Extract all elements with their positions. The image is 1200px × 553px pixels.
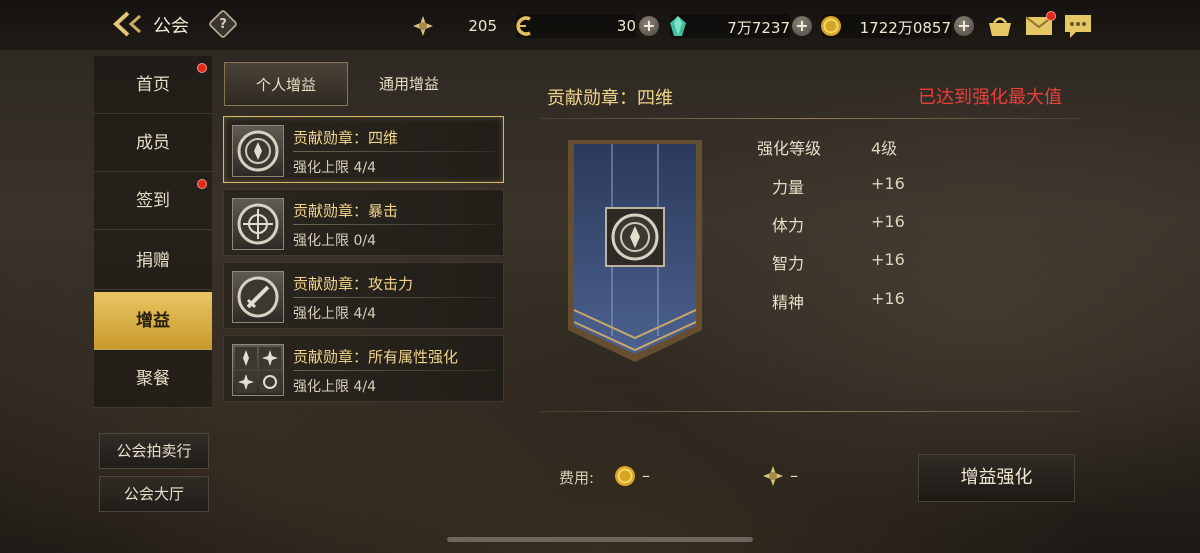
resource-value: 7万7237 bbox=[727, 19, 790, 37]
divider bbox=[540, 118, 1081, 119]
buff-limit: 强化上限 4/4 bbox=[293, 379, 376, 395]
buff-divider bbox=[293, 151, 495, 152]
sidebar-item-buff[interactable]: 增益 bbox=[94, 292, 212, 350]
green-gem-icon bbox=[670, 16, 686, 36]
enhance-buff-button[interactable]: 增益强化 bbox=[918, 454, 1075, 502]
gold-coin-icon bbox=[821, 16, 841, 36]
buff-name: 贡献勋章：所有属性强化 bbox=[293, 348, 459, 366]
add-c-coin-button[interactable]: + bbox=[639, 16, 659, 36]
buff-divider bbox=[293, 224, 495, 225]
stat-value: 4级 bbox=[871, 139, 898, 158]
attack-medal-icon bbox=[232, 271, 284, 323]
buff-item[interactable]: 贡献勋章：暴击 强化上限 0/4 bbox=[223, 189, 504, 256]
stat-label: 精神 bbox=[771, 293, 804, 312]
energy-star-icon bbox=[413, 16, 433, 36]
max-level-status: 已达到强化最大值 bbox=[918, 87, 1062, 108]
chat-icon[interactable] bbox=[1064, 14, 1092, 40]
top-bar: 公会 ? 205 30 + 7万7237 + 1722万0857 + bbox=[0, 0, 1200, 50]
buff-limit: 强化上限 4/4 bbox=[293, 306, 376, 322]
buff-name: 贡献勋章：暴击 bbox=[293, 202, 399, 220]
buff-item[interactable]: 贡献勋章：四维 强化上限 4/4 bbox=[223, 116, 504, 183]
help-icon[interactable]: ? bbox=[207, 8, 239, 40]
cost-label: 费用: bbox=[559, 469, 595, 487]
sidebar-item-members[interactable]: 成员 bbox=[94, 114, 212, 172]
buff-name: 贡献勋章：四维 bbox=[293, 129, 399, 147]
sidebar-item-checkin[interactable]: 签到 bbox=[94, 172, 212, 230]
four-stats-medal-icon bbox=[232, 125, 284, 177]
buff-limit: 强化上限 4/4 bbox=[293, 160, 376, 176]
add-gem-button[interactable]: + bbox=[792, 16, 812, 36]
sidebar-item-donate[interactable]: 捐赠 bbox=[94, 232, 212, 290]
sidebar-item-feast[interactable]: 聚餐 bbox=[94, 350, 212, 408]
buff-divider bbox=[293, 370, 495, 371]
tab-personal-buff[interactable]: 个人增益 bbox=[224, 62, 348, 106]
banner-emblem bbox=[568, 140, 702, 362]
page-title: 公会 bbox=[153, 16, 189, 37]
stat-value: +16 bbox=[871, 212, 905, 231]
sidebar-item-home[interactable]: 首页 bbox=[94, 56, 212, 114]
cost-gold-value: – bbox=[642, 466, 650, 485]
checkin-badge bbox=[197, 179, 207, 189]
guild-auction-button[interactable]: 公会拍卖行 bbox=[99, 433, 209, 469]
stat-value: +16 bbox=[871, 174, 905, 193]
stat-label: 强化等级 bbox=[756, 139, 821, 158]
home-indicator[interactable] bbox=[447, 537, 753, 542]
stat-value: +16 bbox=[871, 289, 905, 308]
buff-name: 贡献勋章：攻击力 bbox=[293, 275, 414, 293]
stat-label: 智力 bbox=[771, 254, 804, 273]
buff-item[interactable]: 贡献勋章：所有属性强化 强化上限 4/4 bbox=[223, 335, 504, 402]
stat-label: 力量 bbox=[771, 178, 804, 197]
energy-star-icon bbox=[763, 466, 783, 486]
gold-coin-icon bbox=[615, 466, 635, 486]
back-arrow-icon[interactable] bbox=[112, 10, 146, 38]
add-gold-button[interactable]: + bbox=[954, 16, 974, 36]
cost-star-value: – bbox=[790, 466, 798, 485]
all-stats-medal-icon bbox=[232, 344, 284, 396]
home-badge bbox=[197, 63, 207, 73]
resource-value: 30 bbox=[616, 17, 636, 35]
divider bbox=[540, 411, 1081, 412]
guild-sidebar: 首页 成员 签到 捐赠 增益 聚餐 bbox=[94, 56, 212, 408]
crit-medal-icon bbox=[232, 198, 284, 250]
buff-divider bbox=[293, 297, 495, 298]
guild-hall-button[interactable]: 公会大厅 bbox=[99, 476, 209, 512]
shop-basket-icon[interactable] bbox=[986, 14, 1014, 38]
stat-value: +16 bbox=[871, 250, 905, 269]
resource-value: 1722万0857 bbox=[859, 19, 951, 37]
tab-common-buff[interactable]: 通用增益 bbox=[347, 62, 471, 106]
resource-value: 205 bbox=[468, 17, 497, 35]
c-coin-icon bbox=[516, 16, 531, 36]
detail-title: 贡献勋章：四维 bbox=[547, 88, 673, 109]
mail-badge bbox=[1046, 11, 1056, 21]
buff-item[interactable]: 贡献勋章：攻击力 强化上限 4/4 bbox=[223, 262, 504, 329]
buff-limit: 强化上限 0/4 bbox=[293, 233, 376, 249]
stat-label: 体力 bbox=[771, 216, 804, 235]
